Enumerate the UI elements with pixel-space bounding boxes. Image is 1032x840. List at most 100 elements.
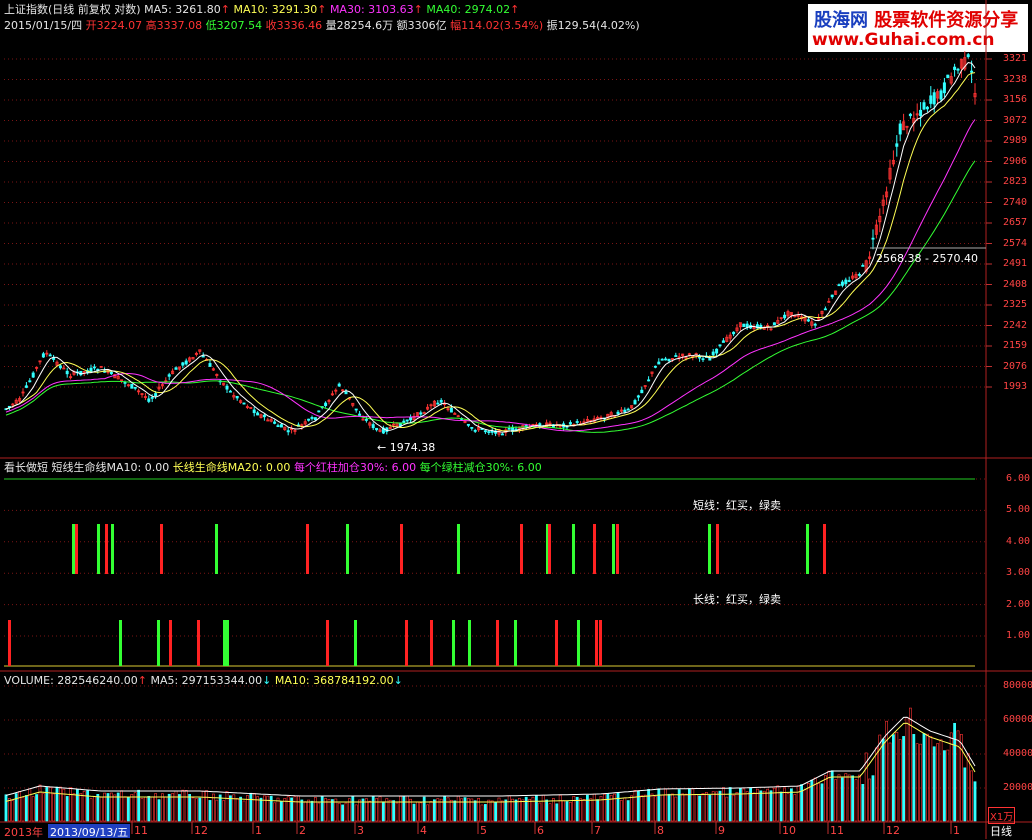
volume-bar bbox=[18, 791, 22, 822]
short-signal-bar bbox=[806, 524, 809, 574]
short-signal-bar bbox=[548, 524, 551, 574]
volume-bar bbox=[715, 791, 719, 822]
volume-bar bbox=[956, 730, 960, 822]
volume-bar bbox=[653, 796, 657, 822]
volume-bar bbox=[86, 790, 90, 822]
candle-body bbox=[371, 424, 375, 429]
down-arrow-icon: ↓ bbox=[393, 674, 403, 687]
candle-body bbox=[41, 353, 45, 358]
volume-bar bbox=[174, 790, 178, 822]
volume-bar bbox=[636, 791, 640, 822]
short-note: 短线：红买，绿卖 bbox=[693, 499, 781, 512]
volume-bar bbox=[555, 803, 559, 822]
range-marker: 2568.38 - 2570.40 bbox=[876, 252, 978, 265]
candle-body bbox=[24, 385, 28, 388]
volume-bar bbox=[946, 749, 950, 822]
candle-body bbox=[307, 418, 311, 421]
volume-bar bbox=[242, 800, 246, 822]
long-signal-bar bbox=[226, 620, 229, 666]
indicator-header: 看长做短 短线生命线MA10: 0.00 长线生命线MA20: 0.00 每个红… bbox=[4, 461, 542, 474]
volume-bar bbox=[412, 803, 416, 822]
volume-bar bbox=[545, 799, 549, 822]
price-tick-label: 2159 bbox=[1003, 340, 1028, 351]
volume-bar bbox=[891, 734, 895, 822]
candle-body bbox=[806, 319, 810, 322]
short-signal-bar bbox=[346, 524, 349, 574]
volume-bar bbox=[854, 779, 858, 822]
month-label: 2 bbox=[299, 824, 306, 837]
price-tick-label: 2906 bbox=[1003, 155, 1028, 167]
candle-body bbox=[286, 430, 290, 433]
volume-bar bbox=[919, 743, 923, 822]
volume-bar bbox=[548, 803, 552, 822]
volume-label: VOLUME: 282546240.00 bbox=[4, 674, 138, 687]
candle-body bbox=[633, 400, 637, 405]
volume-bar bbox=[558, 795, 562, 822]
volume-bar bbox=[310, 800, 314, 822]
volume-bar bbox=[201, 790, 205, 822]
candle-body bbox=[701, 358, 705, 361]
candle-body bbox=[898, 123, 902, 135]
volume-bar bbox=[912, 734, 916, 822]
indicator-tick-label: 6.00 bbox=[1006, 473, 1031, 484]
indicator-title: 看长做短 bbox=[4, 461, 48, 474]
candle-body bbox=[830, 294, 834, 298]
volume-bar bbox=[562, 800, 566, 822]
volume-bar bbox=[208, 800, 212, 822]
short-signal-bar bbox=[616, 524, 619, 574]
price-tick-label: 3072 bbox=[1003, 114, 1028, 126]
long-signal-bar bbox=[577, 620, 580, 666]
candle-body bbox=[174, 367, 178, 370]
price-tick-label: 2242 bbox=[1003, 319, 1028, 331]
volume-bar bbox=[966, 753, 970, 822]
volume-bar bbox=[871, 775, 875, 822]
volume-bar bbox=[65, 796, 69, 822]
candle-body bbox=[636, 395, 640, 398]
volume-bar bbox=[936, 743, 940, 822]
volume-bar bbox=[188, 794, 192, 822]
volume-bar bbox=[589, 798, 593, 822]
long-signal-bar bbox=[468, 620, 471, 666]
selected-date[interactable]: 2013/09/13/五 bbox=[48, 824, 131, 839]
price-tick-label: 2989 bbox=[1003, 135, 1028, 146]
candle-body bbox=[660, 358, 664, 361]
candle-body bbox=[276, 425, 280, 428]
volume-bar bbox=[514, 799, 518, 822]
volume-bar bbox=[630, 795, 634, 822]
period-selector[interactable]: 日线 bbox=[990, 823, 1012, 839]
long-signal-bar bbox=[223, 620, 226, 666]
candle-body bbox=[439, 399, 443, 403]
volume-bar bbox=[195, 798, 198, 822]
volume-bar bbox=[157, 799, 161, 822]
volume-bar bbox=[398, 796, 402, 822]
candle-body bbox=[653, 365, 657, 368]
price-chart[interactable] bbox=[0, 0, 1032, 839]
volume-bar bbox=[99, 796, 103, 822]
volume-bar bbox=[895, 731, 899, 822]
month-label: 5 bbox=[480, 824, 487, 837]
candle-body bbox=[711, 351, 715, 356]
volume-bar bbox=[72, 793, 76, 822]
volume-bar bbox=[803, 789, 807, 822]
volume-bar bbox=[511, 798, 515, 822]
long-note: 长线：红买，绿卖 bbox=[693, 593, 781, 606]
long-signal-bar bbox=[354, 620, 357, 666]
volume-bar bbox=[834, 779, 838, 822]
volume-tick-label: 80000 bbox=[1003, 680, 1032, 691]
volume-bar bbox=[521, 799, 525, 822]
volume-bar bbox=[857, 774, 861, 822]
volume-bar bbox=[606, 793, 610, 822]
volume-bar bbox=[718, 790, 722, 822]
volume-bar bbox=[344, 802, 348, 822]
volume-bar bbox=[38, 784, 42, 822]
candle-body bbox=[252, 409, 256, 414]
month-label: 9 bbox=[718, 824, 725, 837]
volume-ma10: MA10: 368784192.00 bbox=[274, 674, 394, 687]
long-signal-bar bbox=[169, 620, 172, 666]
volume-bar bbox=[643, 794, 647, 822]
volume-bar bbox=[674, 796, 678, 822]
candle-body bbox=[31, 372, 35, 378]
volume-bar bbox=[52, 793, 56, 822]
volume-bar bbox=[959, 734, 963, 822]
candle-body bbox=[837, 284, 841, 287]
